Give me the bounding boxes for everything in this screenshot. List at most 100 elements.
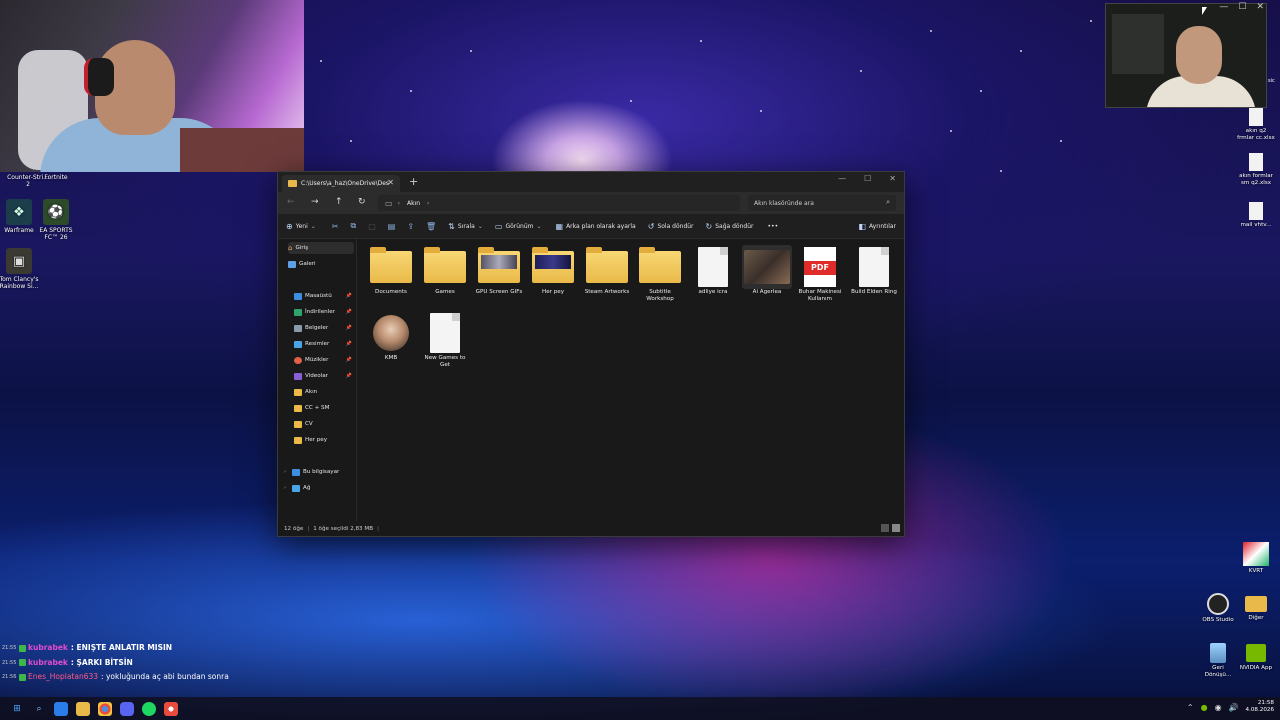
rotate-left-button[interactable]: ↺ Sola döndür — [648, 222, 694, 231]
videos-icon — [294, 372, 302, 380]
refresh-icon[interactable]: ↻ — [358, 197, 366, 207]
sidebar-item-cc-sm[interactable]: CC + SM — [294, 402, 354, 414]
file-item-adliye-icra[interactable]: adliye icra — [688, 245, 738, 296]
sidebar-item-masaustu[interactable]: Masaüstü 📌 — [294, 290, 354, 302]
chrome-alt-icon[interactable] — [164, 701, 178, 716]
view-button[interactable]: ▭ Görünüm ⌄ — [495, 222, 542, 231]
breadcrumb-akin[interactable]: Akın — [407, 200, 420, 207]
file-item-build-elden-ring[interactable]: Build Elden Ring — [849, 245, 899, 296]
maximize-button[interactable]: ☐ — [864, 174, 871, 183]
tab-close-button[interactable]: ✕ — [387, 178, 394, 187]
minimize-button[interactable]: — — [838, 174, 846, 183]
plus-circle-icon: ⊕ — [286, 221, 293, 231]
clock[interactable]: 21:58 4.08.2026 — [1246, 700, 1274, 714]
large-icons-view-icon[interactable] — [892, 524, 900, 532]
close-button[interactable]: ✕ — [889, 174, 896, 183]
desktop-icon-xlsx-2[interactable]: akın formlar sm q2.xlsx — [1231, 153, 1280, 187]
desktop-icon-diger[interactable]: Diğer — [1231, 593, 1280, 622]
file-item-subtitle-workshop[interactable]: Subtitle Workshop — [635, 245, 685, 303]
sidebar-item-resimler[interactable]: Resimler 📌 — [294, 338, 354, 350]
file-item-new-games-to-get[interactable]: New Games to Get — [420, 311, 470, 369]
breadcrumb-separator: › — [427, 199, 430, 207]
sidebar-item-ag[interactable]: › Ağ — [284, 482, 354, 494]
details-view-icon[interactable] — [881, 524, 889, 532]
file-item-kmb[interactable]: KMB — [366, 311, 416, 362]
pin-icon: 📌 — [345, 325, 352, 331]
search-input[interactable]: Akın klasöründe ara ⌕ — [748, 195, 896, 211]
sidebar-item-videolar[interactable]: Videolar 📌 — [294, 370, 354, 382]
pdf-icon: PDF — [804, 247, 836, 287]
sidebar-item-giris[interactable]: ⌂ Giriş — [288, 242, 354, 254]
document-icon — [859, 247, 889, 287]
sort-icon: ⇅ — [448, 221, 455, 231]
navigation-pane: ⌂ Giriş Galeri Masaüstü 📌 İndirilenler 📌… — [278, 239, 357, 521]
copy-icon[interactable]: ⧉ — [350, 221, 356, 231]
desktop-icon-ea-sports-fc[interactable]: ⚽ EA SPORTS FC™ 26 — [28, 199, 84, 241]
sort-button[interactable]: ⇅ Sırala ⌄ — [448, 222, 483, 231]
file-item-documents[interactable]: Documents — [366, 245, 416, 296]
pin-icon: 📌 — [345, 309, 352, 315]
close-icon[interactable]: ✕ — [1256, 2, 1264, 14]
sidebar-item-cv[interactable]: CV — [294, 418, 354, 430]
new-tab-button[interactable]: + — [409, 175, 418, 188]
folder-icon — [478, 247, 520, 283]
rename-icon[interactable]: ▤ — [388, 222, 396, 231]
chat-message: 21:56 Enes_Hoplatan633 : yokluğunda aç a… — [2, 670, 332, 685]
new-button[interactable]: ⊕ Yeni ⌄ — [286, 222, 316, 231]
paste-icon[interactable]: ▢ — [368, 222, 376, 231]
sidebar-item-akin[interactable]: Akın — [294, 386, 354, 398]
folder-icon — [532, 247, 574, 283]
file-item-ai-agerlea[interactable]: Ai Agerlea — [742, 245, 792, 296]
up-arrow-icon[interactable]: ↑ — [335, 197, 343, 207]
sidebar-item-belgeler[interactable]: Belgeler 📌 — [294, 322, 354, 334]
cut-icon[interactable]: ✂ — [332, 222, 339, 231]
windows-start-icon[interactable]: ⊞ — [10, 702, 24, 716]
share-icon[interactable]: ⇪ — [407, 222, 414, 231]
chrome-icon[interactable] — [98, 701, 112, 716]
desktop-icon-nvidia-app[interactable]: NVIDIA App — [1231, 643, 1280, 672]
monitor-icon: ▭ — [385, 198, 393, 208]
address-bar[interactable]: ▭ › Akın › — [378, 195, 740, 211]
sidebar-item-bu-bilgisayar[interactable]: › Bu bilgisayar — [284, 466, 354, 478]
details-button[interactable]: ◧ Ayrıntılar — [858, 222, 896, 231]
minimize-icon[interactable]: — — [1219, 2, 1228, 14]
chevron-up-icon[interactable]: ⌃ — [1187, 703, 1194, 712]
desktop-icon-kvrt[interactable]: KVRT — [1231, 542, 1280, 575]
desktop-icon-rainbow-six[interactable]: ▣ Tom Clancy's Rainbow Si... — [0, 248, 47, 290]
forward-arrow-icon[interactable]: → — [311, 197, 319, 207]
badge-icon — [19, 644, 26, 652]
maximize-icon[interactable]: ☐ — [1238, 2, 1246, 14]
sidebar-item-muzikler[interactable]: Müzikler 📌 — [294, 354, 354, 366]
sidebar-item-indirilenler[interactable]: İndirilenler 📌 — [294, 306, 354, 318]
back-arrow-icon[interactable]: ← — [287, 197, 295, 207]
file-item-her-pey[interactable]: Her pey — [528, 245, 578, 296]
desktop-icon-mail[interactable]: mail vhtv... — [1231, 202, 1280, 229]
view-icon: ▭ — [494, 221, 503, 231]
sidebar-item-her-pey[interactable]: Her pey — [294, 434, 354, 446]
nvidia-tray-icon[interactable]: ● — [1201, 703, 1208, 712]
set-background-button[interactable]: ▦ Arka plan olarak ayarla — [556, 222, 636, 231]
file-explorer-window: C:\Users\a_haz\OneDrive\Des ✕ + — ☐ ✕ ← … — [277, 171, 905, 537]
delete-icon[interactable]: 🗑 — [426, 222, 436, 231]
ea-sports-fc-icon: ⚽ — [43, 199, 69, 225]
spotify-icon[interactable] — [142, 701, 156, 716]
edge-icon[interactable] — [54, 701, 68, 716]
file-item-steam-artworks[interactable]: Steam Artworks — [582, 245, 632, 296]
chat-text: : ENIŞTE ANLATIR MISIN — [70, 643, 173, 652]
file-explorer-icon[interactable] — [76, 701, 90, 716]
sidebar-item-galeri[interactable]: Galeri — [288, 258, 354, 270]
wifi-icon[interactable]: ◉ — [1215, 703, 1222, 712]
address-toolbar: ← → ↑ ↻ ▭ › Akın › Akın klasöründe ara ⌕ — [278, 192, 904, 214]
tab-explorer[interactable]: C:\Users\a_haz\OneDrive\Des ✕ — [282, 175, 400, 192]
more-options-button[interactable]: ••• — [767, 223, 778, 230]
desktop-icon-fortnite[interactable]: Fortnite — [28, 174, 84, 181]
file-item-games[interactable]: Games — [420, 245, 470, 296]
file-item-gpu-screen-gifs[interactable]: GPU Screen GIFs — [474, 245, 524, 296]
search-icon[interactable]: ⌕ — [32, 702, 46, 716]
file-item-buhar-makinesi[interactable]: PDF Buhar Makinesi Kullanım — [795, 245, 845, 303]
discord-icon[interactable] — [120, 701, 134, 716]
volume-icon[interactable]: 🔊 — [1229, 703, 1239, 712]
rotate-right-icon: ↻ — [705, 221, 713, 231]
rotate-right-button[interactable]: ↻ Sağa döndür — [706, 222, 754, 231]
desktop-icon-xlsx-1[interactable]: akın q2 frmlar cc.xlsx — [1231, 108, 1280, 142]
